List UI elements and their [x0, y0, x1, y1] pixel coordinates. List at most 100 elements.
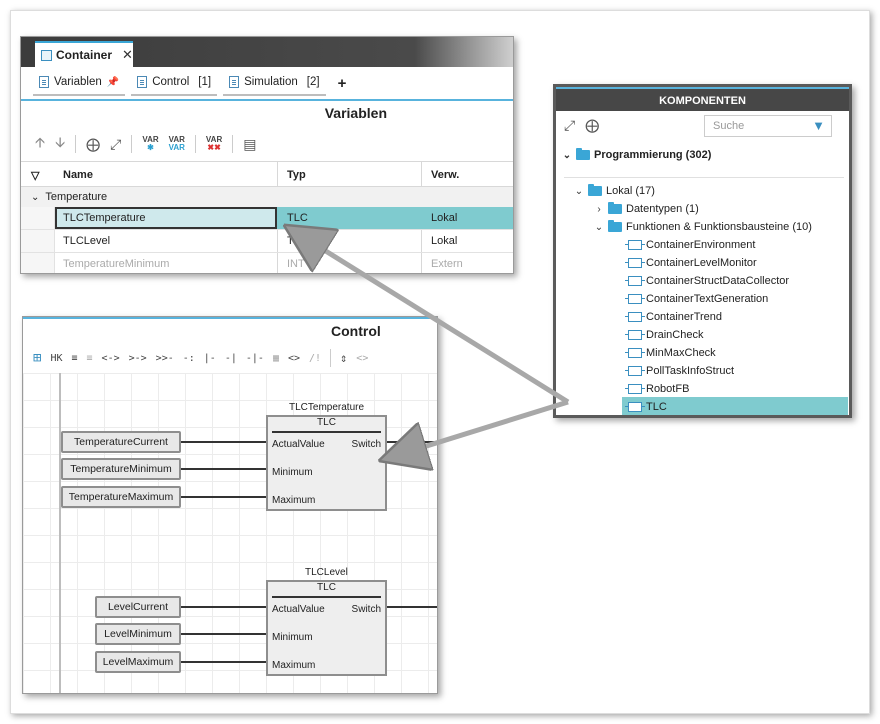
tree-item[interactable]: ContainerLevelMonitor [625, 257, 757, 269]
tool-connect-double[interactable]: >>- [156, 353, 174, 364]
tree-item[interactable]: ContainerTextGeneration [625, 293, 768, 305]
components-title: KOMPONENTEN [556, 87, 849, 111]
control-title: Control [331, 323, 381, 339]
input-variable[interactable]: TemperatureCurrent [61, 431, 181, 453]
tree-item-label: MinMaxCheck [646, 347, 716, 359]
input-variable[interactable]: LevelMaximum [95, 651, 181, 673]
tab-container[interactable]: Container ✕ [35, 41, 133, 67]
chevron-down-icon[interactable]: ⌄ [594, 222, 604, 233]
block-instance-name: TLCTemperature [289, 402, 365, 413]
tree-node-functions[interactable]: ⌄ Funktionen & Funktionsbausteine (10) [594, 220, 812, 233]
tool-hk[interactable]: HK [50, 353, 62, 364]
delete-variable-button[interactable]: VAR ✖✖ [206, 136, 222, 152]
function-block-icon [625, 402, 645, 412]
function-block-icon [625, 330, 645, 340]
tool-jump[interactable]: <> [288, 353, 300, 364]
components-toolbar: ⤢ ⨁ [564, 117, 599, 134]
chevron-down-icon[interactable]: ⌄ [562, 150, 572, 161]
table-row[interactable]: TLCTemperature TLC Lokal [21, 207, 513, 230]
grid-icon[interactable]: ▦ [273, 353, 279, 364]
function-block[interactable]: TLC ActualValue Minimum Maximum Switch [266, 415, 387, 511]
tool-contact-right[interactable]: -| [225, 353, 237, 364]
wire [181, 606, 266, 608]
tree-item[interactable]: MinMaxCheck [625, 347, 716, 359]
add-variable-multi-label-2: VAR [168, 143, 185, 152]
table-row[interactable]: TemperatureMinimum INT Extern [21, 253, 513, 273]
align-left-icon[interactable]: ≡ [71, 353, 77, 364]
add-variable-multi-button[interactable]: VAR VAR [169, 136, 185, 152]
tree-item-label: ContainerStructDataCollector [646, 275, 790, 287]
tree-item[interactable]: ContainerTrend [625, 311, 723, 323]
column-name-header[interactable]: Name [63, 169, 93, 181]
wire [387, 606, 437, 608]
pin-icon[interactable]: 📌 [107, 77, 119, 88]
function-block-icon [625, 312, 645, 322]
tool-contact[interactable]: -|- [246, 353, 264, 364]
search-input[interactable]: Suche ▼ [704, 115, 832, 137]
column-usage-header[interactable]: Verw. [431, 169, 459, 181]
tab-control[interactable]: Control [1] [131, 70, 218, 96]
column-type-header[interactable]: Typ [287, 169, 306, 181]
tree-item[interactable]: DrainCheck [625, 329, 703, 341]
input-pin[interactable]: ActualValue [272, 604, 325, 615]
filter-icon[interactable]: ▽ [31, 169, 39, 182]
function-block[interactable]: TLC ActualValue Minimum Maximum Switch [266, 580, 387, 676]
insert-block-icon[interactable]: ⊞ [33, 350, 41, 366]
filter-icon[interactable]: ▼ [812, 118, 825, 133]
expand-all-icon[interactable]: ⤢ [564, 117, 575, 134]
code-icon[interactable]: <> [356, 353, 368, 364]
collapse-all-icon[interactable]: ⨁ [585, 117, 599, 134]
chevron-down-icon[interactable]: ⌄ [31, 192, 39, 203]
tab-variablen[interactable]: Variablen 📌 [33, 70, 126, 96]
wire [387, 441, 437, 443]
tree-node-root[interactable]: ⌄ Programmierung (302) [562, 148, 711, 161]
input-pin[interactable]: Maximum [272, 660, 315, 671]
tool-contact-left[interactable]: |- [204, 353, 216, 364]
output-pin[interactable]: Switch [352, 604, 381, 615]
list-view-icon[interactable]: ▤ [243, 136, 256, 153]
tool-negate[interactable]: -: [183, 353, 195, 364]
variables-toolbar: 🡩 🡫 ⨁ ⤢ VAR ✱ VAR VAR VAR ✖✖ ▤ [35, 129, 256, 159]
tree-node-lokal[interactable]: ⌄ Lokal (17) [574, 184, 655, 197]
components-window: KOMPONENTEN ⤢ ⨁ Suche ▼ ⌄ Programmierung… [553, 84, 852, 418]
group-row[interactable]: ⌄ Temperature [21, 187, 513, 207]
tree-item[interactable]: RobotFB [625, 383, 689, 395]
tab-simulation[interactable]: Simulation [2] [223, 70, 326, 96]
up-down-icon[interactable]: ⇕ [340, 351, 347, 365]
collapse-icon[interactable]: ⨁ [86, 136, 100, 153]
tree-item-selected[interactable]: TLC [625, 401, 667, 413]
align-right-icon[interactable]: ≡ [87, 353, 93, 364]
chevron-down-icon[interactable]: ⌄ [574, 186, 584, 197]
output-pin[interactable]: Switch [352, 439, 381, 450]
tool-connect[interactable]: <-> [102, 353, 120, 364]
tree-node-datatypes[interactable]: › Datentypen (1) [594, 202, 699, 215]
table-row[interactable]: TLCLevel TLC Lokal [21, 230, 513, 253]
input-variable[interactable]: LevelCurrent [95, 596, 181, 618]
add-variable-button[interactable]: VAR ✱ [142, 136, 158, 152]
input-variable[interactable]: LevelMinimum [95, 623, 181, 645]
wire [181, 633, 266, 635]
close-icon[interactable]: ✕ [122, 47, 133, 63]
tree-item[interactable]: PollTaskInfoStruct [625, 365, 734, 377]
tree-item-label: ContainerTrend [646, 311, 723, 323]
expand-icon[interactable]: ⤢ [110, 136, 121, 153]
input-pin[interactable]: Maximum [272, 495, 315, 506]
add-tab-button[interactable]: + [332, 75, 353, 92]
arrow-up-icon[interactable]: 🡩 [35, 132, 45, 156]
tool-return[interactable]: /! [309, 353, 321, 364]
tree-item[interactable]: ContainerEnvironment [625, 239, 755, 251]
tab-simulation-label: Simulation [244, 76, 298, 88]
document-icon [137, 76, 148, 88]
diagram-canvas[interactable]: TLCTemperature TLC ActualValue Minimum M… [23, 373, 437, 693]
input-variable[interactable]: TemperatureMaximum [61, 486, 181, 508]
input-pin[interactable]: Minimum [272, 632, 313, 643]
input-variable[interactable]: TemperatureMinimum [61, 458, 181, 480]
tree-item[interactable]: ContainerStructDataCollector [625, 275, 790, 287]
chevron-right-icon[interactable]: › [594, 204, 604, 215]
input-pin[interactable]: ActualValue [272, 439, 325, 450]
tab-variablen-label: Variablen [54, 76, 102, 88]
input-pin[interactable]: Minimum [272, 467, 313, 478]
tree-item-label: ContainerLevelMonitor [646, 257, 757, 269]
arrow-down-icon[interactable]: 🡫 [55, 132, 65, 156]
tool-connect-right[interactable]: >-> [129, 353, 147, 364]
